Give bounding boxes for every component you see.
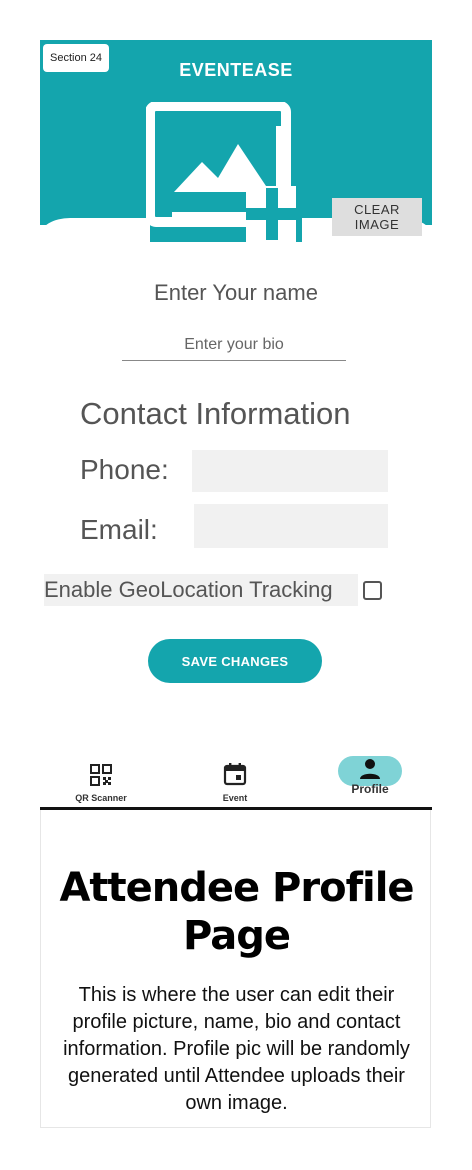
qr-code-icon bbox=[90, 764, 112, 791]
email-label: Email: bbox=[80, 514, 158, 545]
calendar-icon bbox=[223, 762, 247, 791]
nav-label-qr-scanner: QR Scanner bbox=[75, 793, 127, 803]
phone-input[interactable] bbox=[192, 450, 388, 492]
bio-input[interactable]: Enter your bio bbox=[122, 336, 346, 361]
app-screen: EVENTEASE CLEAR IMAGE Enter Your name En… bbox=[40, 40, 432, 810]
description-card: Attendee Profile Page This is where the … bbox=[40, 810, 431, 1128]
description-title: Attendee Profile Page bbox=[59, 865, 414, 959]
add-photo-icon[interactable] bbox=[145, 101, 306, 248]
nav-label-event: Event bbox=[222, 793, 248, 803]
save-changes-button[interactable]: SAVE CHANGES bbox=[148, 639, 322, 683]
nav-item-event[interactable]: Event bbox=[205, 750, 265, 806]
name-input[interactable]: Enter Your name bbox=[40, 280, 432, 306]
phone-label: Phone: bbox=[80, 454, 169, 485]
geolocation-checkbox[interactable] bbox=[363, 581, 382, 600]
geolocation-label: Enable GeoLocation Tracking bbox=[44, 574, 358, 606]
person-icon bbox=[359, 758, 381, 785]
nav-item-qr-scanner[interactable]: QR Scanner bbox=[60, 750, 142, 806]
contact-heading: Contact Information bbox=[80, 396, 351, 431]
nav-label-profile: Profile bbox=[351, 782, 389, 796]
section-tag: Section 24 bbox=[43, 44, 109, 72]
description-body: This is where the user can edit their pr… bbox=[63, 984, 410, 1114]
nav-item-profile[interactable]: Profile bbox=[334, 750, 406, 806]
email-input[interactable] bbox=[194, 504, 388, 548]
clear-image-button[interactable]: CLEAR IMAGE bbox=[332, 198, 422, 236]
bottom-navigation: QR Scanner Event Profile bbox=[40, 750, 432, 806]
